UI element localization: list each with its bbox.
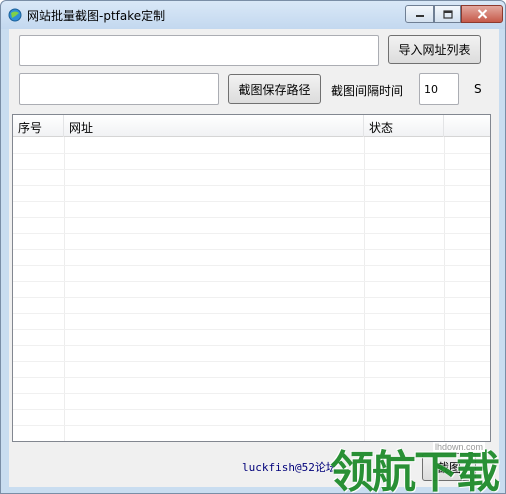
app-window: 网站批量截图-ptfake定制 导入网址列表 截图保存路径 截图间隔时间 10 … xyxy=(0,0,506,494)
maximize-button[interactable] xyxy=(434,5,461,23)
interval-label: 截图间隔时间 xyxy=(331,84,404,98)
minimize-button[interactable] xyxy=(405,5,434,23)
grid-row-line xyxy=(13,185,490,186)
grid-row-line xyxy=(13,249,490,250)
grid-row-line xyxy=(13,297,490,298)
grid-line xyxy=(64,137,65,441)
grid-row-line xyxy=(13,313,490,314)
column-header-filler xyxy=(444,115,490,137)
grid-line xyxy=(364,137,365,441)
grid-row-line xyxy=(13,425,490,426)
title-bar[interactable]: 网站批量截图-ptfake定制 xyxy=(1,1,505,29)
grid-row-line xyxy=(13,345,490,346)
column-header-url[interactable]: 网址 xyxy=(64,115,364,137)
table-body[interactable] xyxy=(13,137,490,441)
interval-unit-label: S xyxy=(474,82,482,96)
table-header: 序号 网址 状态 xyxy=(13,115,490,137)
grid-row-line xyxy=(13,233,490,234)
grid-row-line xyxy=(13,393,490,394)
close-button[interactable] xyxy=(461,5,503,23)
maximize-icon xyxy=(442,9,453,19)
window-title: 网站批量截图-ptfake定制 xyxy=(27,9,166,23)
grid-row-line xyxy=(13,377,490,378)
watermark-domain: lhdown.com xyxy=(433,442,486,452)
grid-row-line xyxy=(13,265,490,266)
watermark-logo: 领航下载 lhdown.com xyxy=(330,436,506,494)
minimize-icon xyxy=(415,15,424,17)
grid-row-line xyxy=(13,409,490,410)
url-input[interactable] xyxy=(19,35,379,66)
save-path-input[interactable] xyxy=(19,73,219,105)
column-header-status[interactable]: 状态 xyxy=(364,115,444,137)
grid-row-line xyxy=(13,201,490,202)
client-area: 导入网址列表 截图保存路径 截图间隔时间 10 S 序号 网址 状态 luckf… xyxy=(9,29,499,487)
save-path-button[interactable]: 截图保存路径 xyxy=(228,74,321,104)
grid-row-line xyxy=(13,329,490,330)
close-icon xyxy=(477,9,487,19)
url-list-table[interactable]: 序号 网址 状态 xyxy=(12,114,491,442)
grid-line xyxy=(444,137,445,441)
author-credit: luckfish@52论坛 xyxy=(242,461,337,474)
import-url-list-button[interactable]: 导入网址列表 xyxy=(388,35,481,64)
column-header-index[interactable]: 序号 xyxy=(13,115,64,137)
grid-row-line xyxy=(13,361,490,362)
app-globe-icon xyxy=(8,8,22,22)
grid-row-line xyxy=(13,281,490,282)
grid-row-line xyxy=(13,217,490,218)
grid-row-line xyxy=(13,153,490,154)
interval-input[interactable]: 10 xyxy=(419,73,459,105)
grid-row-line xyxy=(13,169,490,170)
